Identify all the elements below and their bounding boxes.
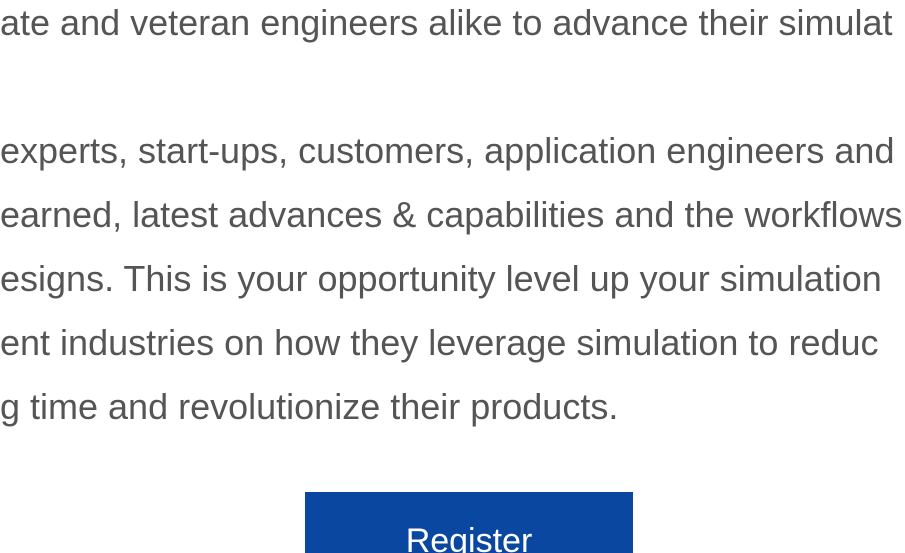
paragraph-1-line-1: ate and veteran engineers alike to advan… — [0, 2, 893, 43]
paragraph-2-line-5: g time and revolutionize their products. — [0, 386, 619, 427]
paragraph-2-line-4: ent industries on how they leverage simu… — [0, 322, 879, 363]
paragraph-2-line-2: earned, latest advances & capabilities a… — [0, 194, 903, 235]
register-button-label: Register — [405, 522, 533, 553]
paragraph-2-line-3: esigns. This is your opportunity level u… — [0, 258, 882, 299]
paragraph-2-line-1: experts, start-ups, customers, applicati… — [0, 130, 895, 171]
register-button[interactable]: Register — [305, 492, 633, 553]
